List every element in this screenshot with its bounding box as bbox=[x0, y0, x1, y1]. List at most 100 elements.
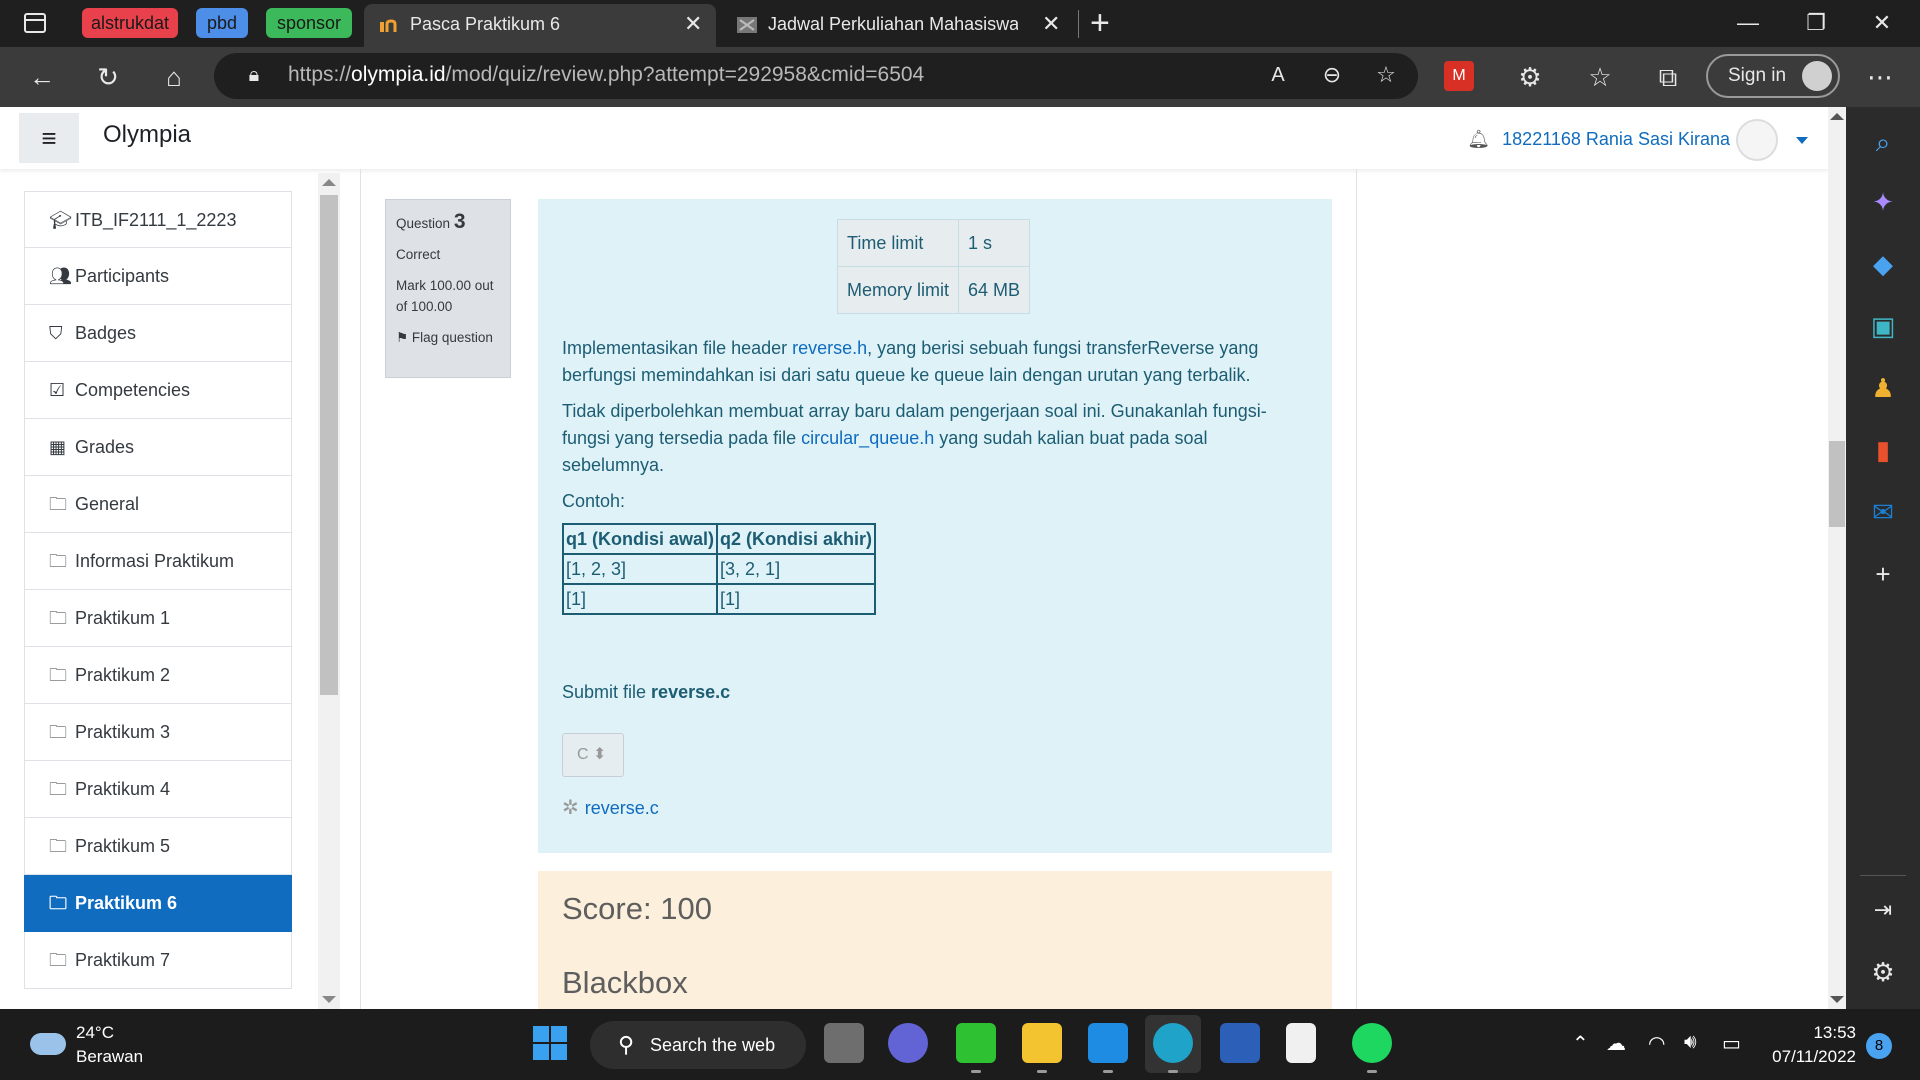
read-aloud-icon[interactable]: A bbox=[1260, 57, 1296, 93]
notification-badge[interactable]: 8 bbox=[1866, 1033, 1892, 1059]
drawer-scroll-thumb[interactable] bbox=[320, 195, 338, 695]
task-view-icon[interactable] bbox=[824, 1023, 864, 1063]
url-text[interactable]: https://olympia.id/mod/quiz/review.php?a… bbox=[288, 63, 924, 87]
taskbar-clock[interactable]: 13:53 07/11/2022 bbox=[1768, 1021, 1856, 1069]
sidebar-item-general[interactable]: 🗀 General bbox=[24, 476, 292, 533]
sidebar-item-praktikum-3[interactable]: 🗀 Praktikum 3 bbox=[24, 704, 292, 761]
tab-jadwal-perkuliahan[interactable]: Jadwal Perkuliahan Mahasiswa | S ✕ bbox=[722, 4, 1074, 47]
shopping-tag-icon[interactable]: ◆ bbox=[1864, 245, 1902, 283]
sidebar-item-competencies[interactable]: ☑ Competencies bbox=[24, 362, 292, 419]
window-menu-icon[interactable] bbox=[24, 13, 46, 33]
minimize-icon[interactable]: — bbox=[1728, 6, 1768, 40]
favorites-icon[interactable]: ☆ bbox=[1582, 59, 1618, 95]
games-icon[interactable]: ♟ bbox=[1864, 369, 1902, 407]
weather-condition[interactable]: Berawan bbox=[76, 1047, 143, 1067]
office-icon[interactable]: ▮ bbox=[1864, 431, 1902, 469]
question-mark: Mark 100.00 out of 100.00 bbox=[396, 278, 494, 314]
sign-in-button[interactable]: Sign in bbox=[1706, 54, 1840, 98]
scroll-up-icon[interactable] bbox=[1830, 113, 1844, 120]
tab-group-sponsor[interactable]: sponsor bbox=[266, 8, 352, 38]
battery-icon[interactable]: ▭ bbox=[1722, 1031, 1741, 1056]
collections-icon[interactable]: ⧉ bbox=[1650, 59, 1686, 95]
tools-icon[interactable]: ▣ bbox=[1864, 307, 1902, 345]
back-icon[interactable]: ← bbox=[24, 59, 60, 95]
page-scrollbar[interactable] bbox=[1828, 107, 1846, 1009]
sidebar-settings-icon[interactable]: ⚙ bbox=[1864, 953, 1902, 991]
file-explorer-icon[interactable] bbox=[1022, 1023, 1062, 1073]
user-menu[interactable]: 🔔︎ 18221168 Rania Sasi Kirana bbox=[1467, 119, 1778, 162]
scroll-up-icon[interactable] bbox=[322, 179, 336, 186]
teams-chat-icon[interactable] bbox=[888, 1023, 928, 1063]
restore-icon[interactable]: ❐ bbox=[1796, 6, 1836, 40]
close-tab-icon[interactable]: ✕ bbox=[684, 4, 702, 44]
line-app-icon[interactable] bbox=[956, 1023, 996, 1073]
site-brand[interactable]: Olympia bbox=[103, 121, 191, 149]
uploaded-file-link[interactable]: ✲ reverse.c bbox=[562, 795, 659, 820]
tab-pasca-praktikum-6[interactable]: Pasca Praktikum 6 ✕ bbox=[364, 4, 716, 47]
add-favorite-icon[interactable]: ☆ bbox=[1368, 57, 1404, 93]
user-avatar[interactable] bbox=[1736, 119, 1778, 162]
add-sidebar-app-icon[interactable]: + bbox=[1864, 555, 1902, 593]
sidebar-item-praktikum-7[interactable]: 🗀 Praktikum 7 bbox=[24, 932, 292, 989]
extension-mendeley-icon[interactable]: M bbox=[1444, 61, 1474, 91]
sidebar-item-praktikum-6[interactable]: 🗀 Praktikum 6 bbox=[24, 875, 292, 932]
check-square-icon: ☑ bbox=[49, 380, 66, 400]
circular-queue-h-link[interactable]: circular_queue.h bbox=[801, 428, 934, 448]
users-icon: 👥︎ bbox=[49, 266, 72, 286]
sidebar-item-praktikum-5[interactable]: 🗀 Praktikum 5 bbox=[24, 818, 292, 875]
refresh-icon[interactable]: ↻ bbox=[90, 59, 126, 95]
weather-temperature[interactable]: 24°C bbox=[76, 1023, 114, 1043]
zoom-out-icon[interactable]: ⊖ bbox=[1314, 57, 1350, 93]
taskbar-search[interactable]: ⚲ Search the web bbox=[590, 1021, 806, 1069]
scroll-down-icon[interactable] bbox=[1830, 996, 1844, 1003]
sidebar-item-praktikum-4[interactable]: 🗀 Praktikum 4 bbox=[24, 761, 292, 818]
search-icon[interactable]: ⌕ bbox=[1864, 123, 1902, 161]
sidebar-item-itb-if2111-1-2223[interactable]: 🎓︎ ITB_IF2111_1_2223 bbox=[24, 191, 292, 248]
flag-question-link[interactable]: ⚑ Flag question bbox=[396, 327, 500, 348]
tab-group-alstrukdat[interactable]: alstrukdat bbox=[82, 8, 178, 38]
address-bar[interactable]: 🔒︎ https://olympia.id/mod/quiz/review.ph… bbox=[214, 53, 1418, 99]
lock-icon[interactable]: 🔒︎ bbox=[236, 57, 272, 93]
wifi-icon[interactable]: ◠ bbox=[1648, 1031, 1665, 1056]
sidebar-item-grades[interactable]: ▦ Grades bbox=[24, 419, 292, 476]
paragraph: Implementasikan file header reverse.h, y… bbox=[562, 338, 1259, 385]
drawer-toggle-button[interactable]: ≡ bbox=[19, 113, 79, 163]
folder-icon: 🗀 bbox=[49, 722, 67, 742]
language-select[interactable]: C ⬍ bbox=[562, 733, 624, 777]
close-tab-icon[interactable]: ✕ bbox=[1042, 4, 1060, 44]
more-options-icon[interactable]: ⋯ bbox=[1862, 59, 1898, 95]
onedrive-icon[interactable]: ☁ bbox=[1606, 1031, 1626, 1056]
start-menu-icon[interactable] bbox=[530, 1023, 570, 1063]
cloud-icon[interactable] bbox=[30, 1033, 66, 1055]
sidebar-item-praktikum-2[interactable]: 🗀 Praktikum 2 bbox=[24, 647, 292, 704]
word-icon[interactable] bbox=[1220, 1023, 1260, 1063]
spotify-icon[interactable] bbox=[1352, 1023, 1392, 1073]
hide-sidebar-icon[interactable]: ⇥ bbox=[1864, 891, 1902, 929]
tab-group-pbd[interactable]: pbd bbox=[196, 8, 248, 38]
sidebar-item-badges[interactable]: ⛉ Badges bbox=[24, 305, 292, 362]
outlook-icon[interactable]: ✉ bbox=[1864, 493, 1902, 531]
extensions-icon[interactable]: ⚙ bbox=[1512, 59, 1548, 95]
vscode-icon[interactable] bbox=[1088, 1023, 1128, 1073]
reverse-h-link[interactable]: reverse.h bbox=[792, 338, 867, 358]
sidebar-item-informasi-praktikum[interactable]: 🗀 Informasi Praktikum bbox=[24, 533, 292, 590]
close-window-icon[interactable]: ✕ bbox=[1862, 6, 1902, 40]
sidebar-item-participants[interactable]: 👥︎ Participants bbox=[24, 248, 292, 305]
edge-browser-icon[interactable] bbox=[1153, 1023, 1193, 1073]
volume-icon[interactable]: 🔊︎ bbox=[1684, 1031, 1697, 1054]
home-icon[interactable]: ⌂ bbox=[156, 59, 192, 95]
drawer-scrollbar[interactable] bbox=[318, 173, 340, 1009]
show-hidden-icons-icon[interactable]: ⌃ bbox=[1572, 1031, 1589, 1056]
sidebar-item-praktikum-1[interactable]: 🗀 Praktikum 1 bbox=[24, 590, 292, 647]
scroll-down-icon[interactable] bbox=[322, 996, 336, 1003]
bell-icon[interactable]: 🔔︎ bbox=[1467, 119, 1490, 159]
sidebar-item-label: Praktikum 7 bbox=[75, 950, 171, 970]
olympia-favicon-icon bbox=[380, 19, 397, 32]
user-name[interactable]: 18221168 Rania Sasi Kirana bbox=[1502, 129, 1730, 149]
divider bbox=[360, 169, 361, 1009]
copilot-sparkle-icon[interactable]: ✦ bbox=[1864, 183, 1902, 221]
new-tab-icon[interactable]: + bbox=[1090, 4, 1110, 42]
page-scroll-thumb[interactable] bbox=[1829, 441, 1845, 527]
user-menu-caret-icon[interactable] bbox=[1796, 137, 1808, 144]
notepad-icon[interactable] bbox=[1286, 1023, 1316, 1063]
